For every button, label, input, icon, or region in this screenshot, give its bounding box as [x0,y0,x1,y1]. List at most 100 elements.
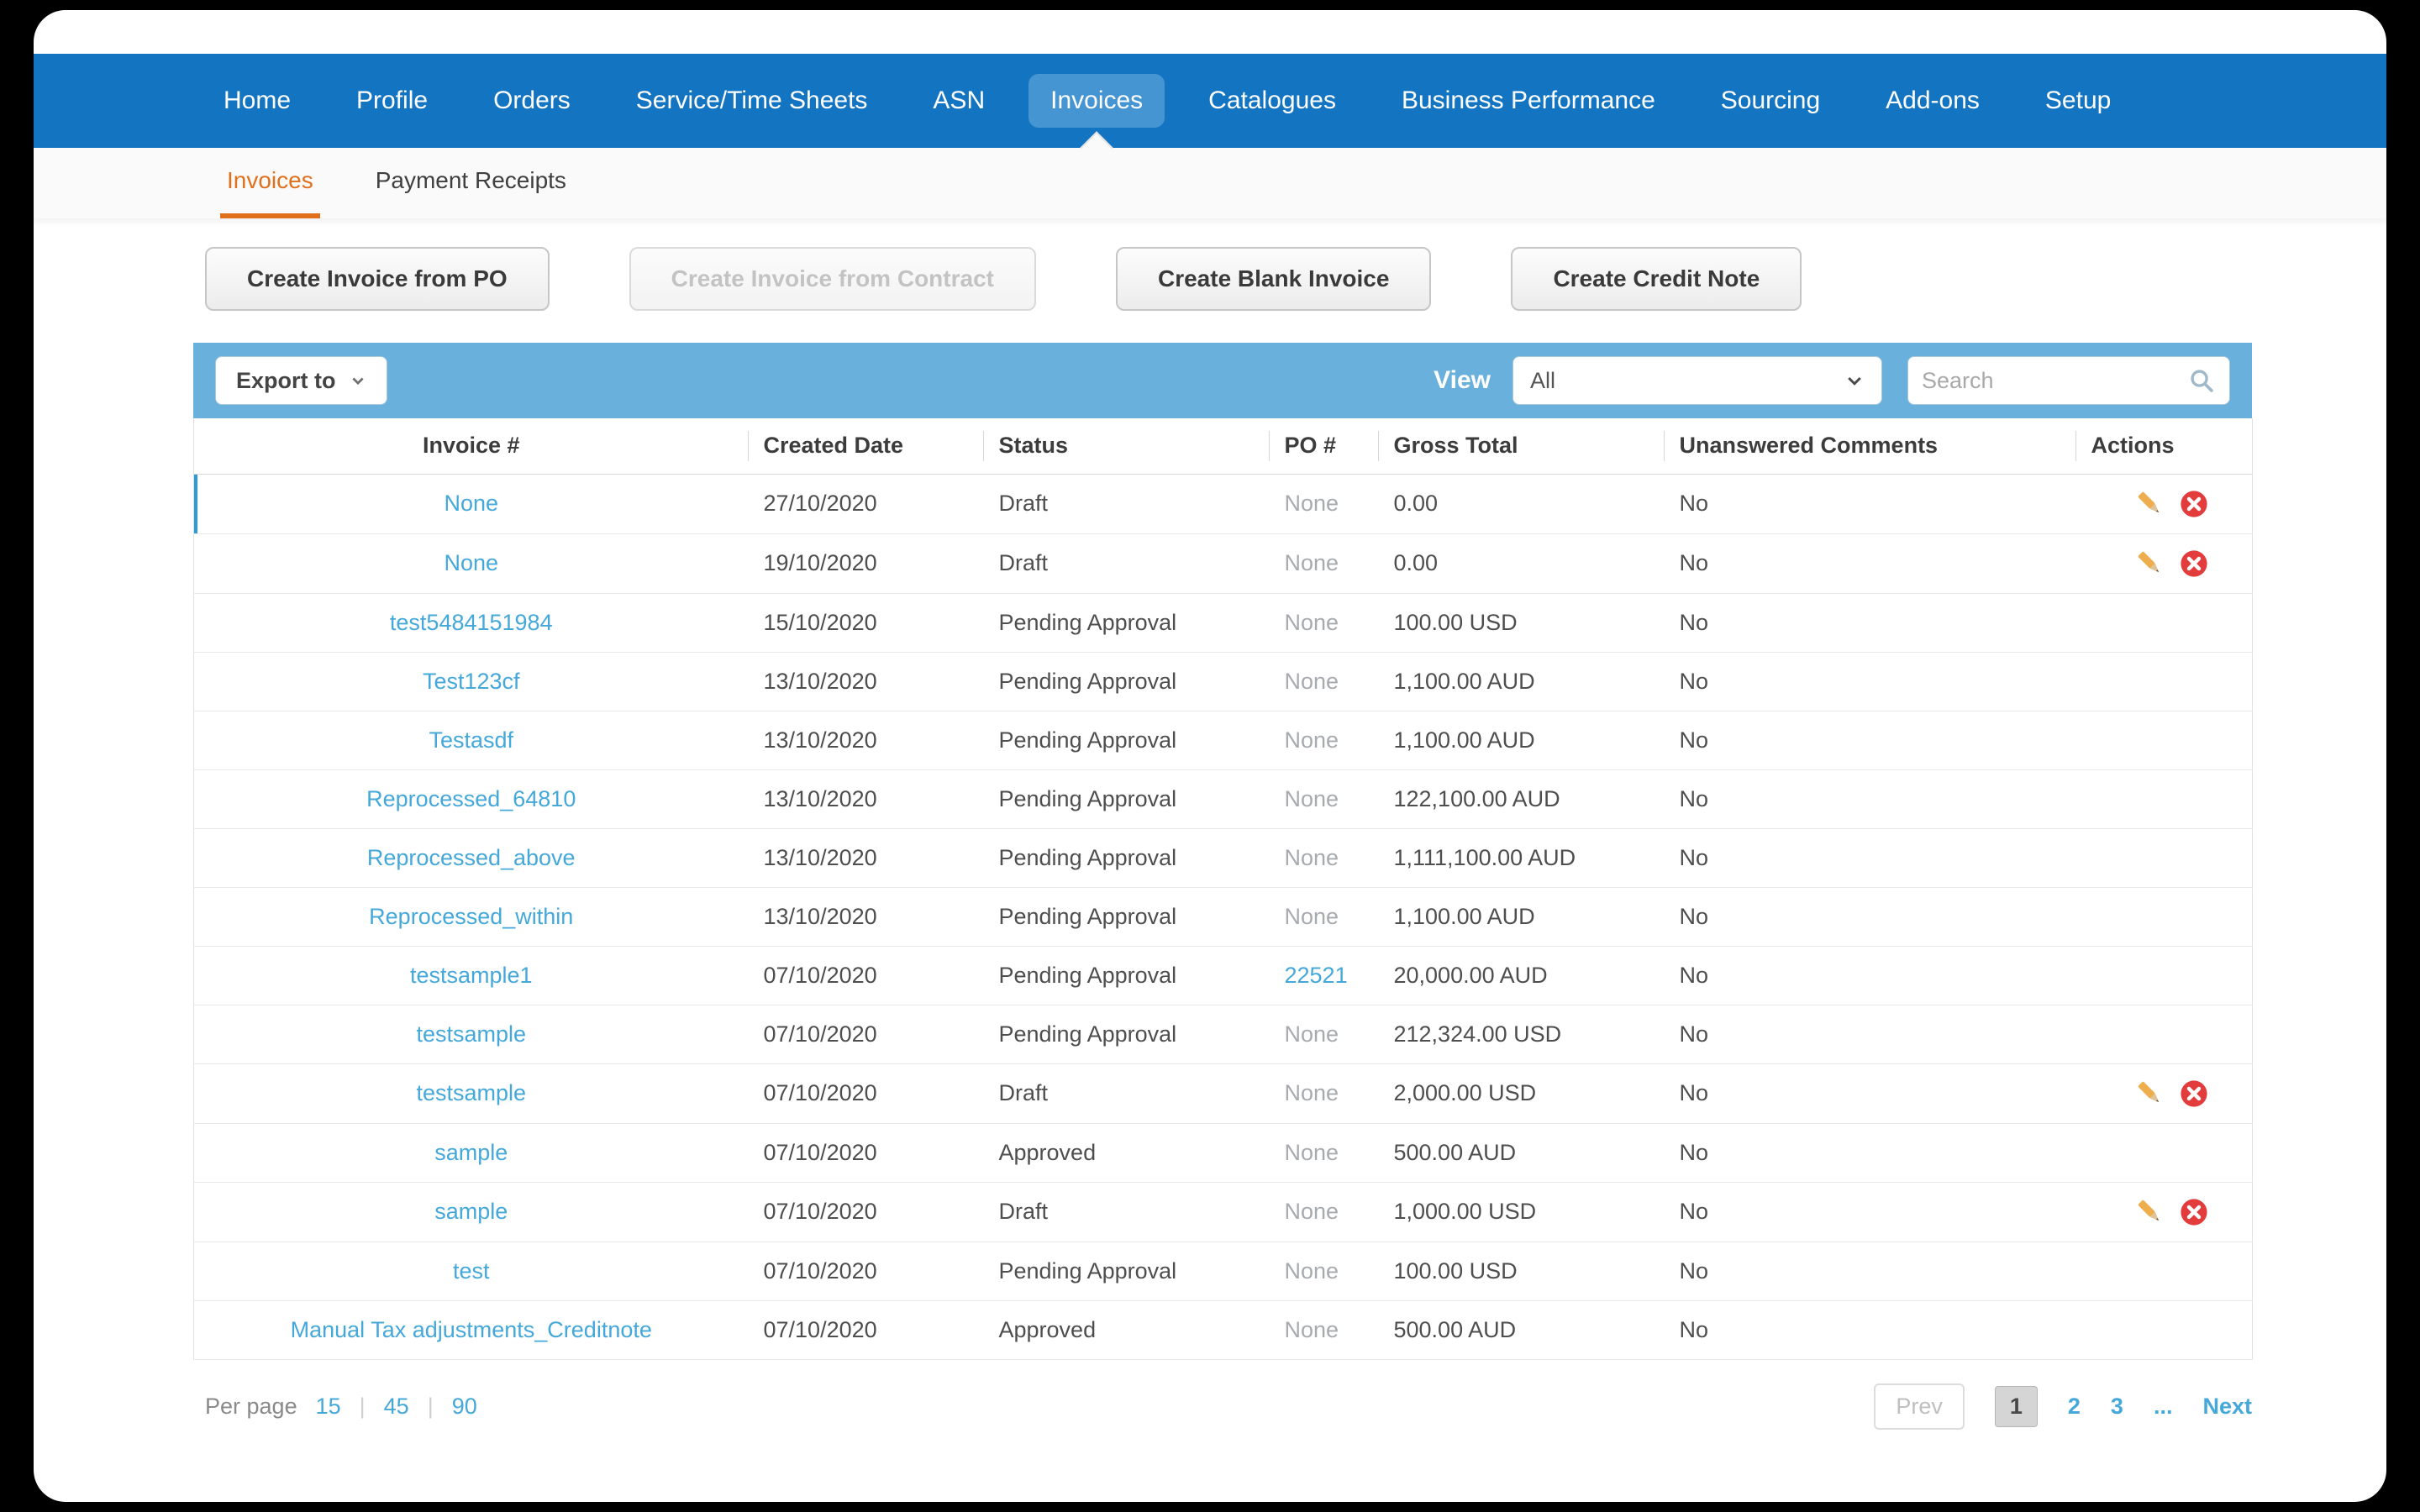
status-cell: Pending Approval [983,652,1270,711]
table-row: test5484151984 15/10/2020 Pending Approval… [193,593,2253,653]
table-row: sample 07/10/2020 Approved None 500.00 AUD No [193,1123,2253,1183]
view-select[interactable]: All [1512,356,1882,405]
row-actions [2091,534,2253,593]
created-date-cell: 07/10/2020 [748,946,984,1005]
invoice-link[interactable]: Test123cf [423,669,520,694]
create-blank-invoice-button[interactable]: Create Blank Invoice [1115,247,1432,311]
invoice-link[interactable]: Reprocessed_within [369,904,573,929]
nav-item-setup[interactable]: Setup [2023,74,2133,128]
table-row: None 27/10/2020 Draft None 0.00 No [193,474,2253,534]
comments-cell: No [1664,1182,2076,1242]
edit-icon[interactable] [2134,1196,2166,1228]
table-row: Testasdf 13/10/2020 Pending Approval None 1,… [193,711,2253,770]
invoice-cell: Reprocessed_above [193,828,749,888]
invoice-link[interactable]: Manual Tax adjustments_Creditnote [291,1317,652,1342]
actions-cell [2075,711,2253,770]
nav-item-home[interactable]: Home [202,74,313,128]
nav-item-profile[interactable]: Profile [334,74,450,128]
view-label: View [1434,366,1491,394]
page-3-link[interactable]: 3 [2111,1394,2123,1420]
edit-icon[interactable] [2134,548,2166,580]
gross-total-cell: 500.00 AUD [1378,1300,1665,1360]
status-cell: Pending Approval [983,1005,1270,1064]
invoice-link[interactable]: Testasdf [429,727,513,753]
invoice-cell: testsample [193,1063,749,1124]
created-date-cell: 13/10/2020 [748,711,984,770]
status-cell: Pending Approval [983,828,1270,888]
next-page-button[interactable]: Next [2202,1394,2252,1420]
invoice-link[interactable]: None [444,491,498,516]
top-navigation: Home Profile Orders Service/Time Sheets ASN I… [34,54,2386,148]
comments-cell: No [1664,769,2076,829]
created-date-cell: 27/10/2020 [748,474,984,534]
actions-cell [2075,474,2253,534]
nav-item-service-time-sheets[interactable]: Service/Time Sheets [614,74,890,128]
per-page-option-15[interactable]: 15 [316,1394,341,1420]
invoice-cell: Manual Tax adjustments_Creditnote [193,1300,749,1360]
view-select-value: All [1530,367,1556,393]
invoice-table-body: None 27/10/2020 Draft None 0.00 No None 19/10/2… [193,474,2253,1360]
page-ellipsis[interactable]: ... [2154,1394,2173,1420]
invoice-link[interactable]: Reprocessed_64810 [366,786,576,811]
create-credit-note-button[interactable]: Create Credit Note [1511,247,1802,311]
invoice-cell: None [193,533,749,594]
search-input[interactable] [1922,367,2187,394]
gross-total-cell: 0.00 [1378,533,1665,594]
table-row: testsample 07/10/2020 Draft None 2,000.00 US… [193,1063,2253,1124]
delete-icon[interactable] [2180,1198,2208,1226]
po-cell: None [1269,711,1379,770]
invoice-link[interactable]: testsample1 [410,963,533,988]
invoice-link[interactable]: None [444,550,498,575]
invoice-link[interactable]: testsample [416,1021,526,1047]
column-header-unanswered-comments: Unanswered Comments [1664,418,2076,475]
actions-cell [2075,887,2253,947]
actions-cell [2075,769,2253,829]
nav-item-business-performance[interactable]: Business Performance [1380,74,1677,128]
table-row: Test123cf 13/10/2020 Pending Approval None 1… [193,652,2253,711]
search-icon[interactable] [2187,366,2216,395]
nav-item-asn[interactable]: ASN [911,74,1007,128]
page-2-link[interactable]: 2 [2068,1394,2081,1420]
table-row: sample 07/10/2020 Draft None 1,000.00 USD No [193,1182,2253,1242]
nav-item-catalogues[interactable]: Catalogues [1186,74,1358,128]
po-link[interactable]: 22521 [1285,963,1348,988]
invoice-link[interactable]: sample [434,1199,508,1224]
nav-item-add-ons[interactable]: Add-ons [1864,74,2002,128]
separator: | [427,1393,434,1419]
per-page-option-45[interactable]: 45 [384,1394,409,1420]
subnav-item-payment-receipts[interactable]: Payment Receipts [369,148,573,218]
comments-cell: No [1664,1005,2076,1064]
invoice-link[interactable]: test5484151984 [390,610,553,635]
delete-icon[interactable] [2180,549,2208,578]
comments-cell: No [1664,593,2076,653]
edit-icon[interactable] [2134,1078,2166,1110]
prev-page-button[interactable]: Prev [1874,1383,1965,1430]
invoice-link[interactable]: Reprocessed_above [367,845,576,870]
table-row: None 19/10/2020 Draft None 0.00 No [193,533,2253,594]
edit-icon[interactable] [2134,488,2166,520]
invoice-link[interactable]: testsample [416,1080,526,1105]
invoice-cell: testsample [193,1005,749,1064]
nav-item-invoices[interactable]: Invoices [1028,74,1165,128]
export-button[interactable]: Export to [215,356,387,405]
gross-total-cell: 20,000.00 AUD [1378,946,1665,1005]
gross-total-cell: 1,000.00 USD [1378,1182,1665,1242]
created-date-cell: 13/10/2020 [748,887,984,947]
delete-icon[interactable] [2180,1079,2208,1108]
status-cell: Pending Approval [983,946,1270,1005]
nav-item-sourcing[interactable]: Sourcing [1699,74,1842,128]
nav-item-orders[interactable]: Orders [471,74,592,128]
table-row: Reprocessed_64810 13/10/2020 Pending Appro… [193,769,2253,829]
comments-cell: No [1664,1300,2076,1360]
invoice-link[interactable]: sample [434,1140,508,1165]
gross-total-cell: 1,100.00 AUD [1378,652,1665,711]
gross-total-cell: 100.00 USD [1378,1242,1665,1301]
create-invoice-from-po-button[interactable]: Create Invoice from PO [205,247,550,311]
invoice-cell: sample [193,1182,749,1242]
invoice-link[interactable]: test [453,1258,490,1284]
delete-icon[interactable] [2180,490,2208,518]
per-page-option-90[interactable]: 90 [452,1394,477,1420]
row-actions [2091,1064,2253,1123]
subnav-item-invoices[interactable]: Invoices [220,148,320,218]
current-page[interactable]: 1 [1994,1385,2038,1427]
